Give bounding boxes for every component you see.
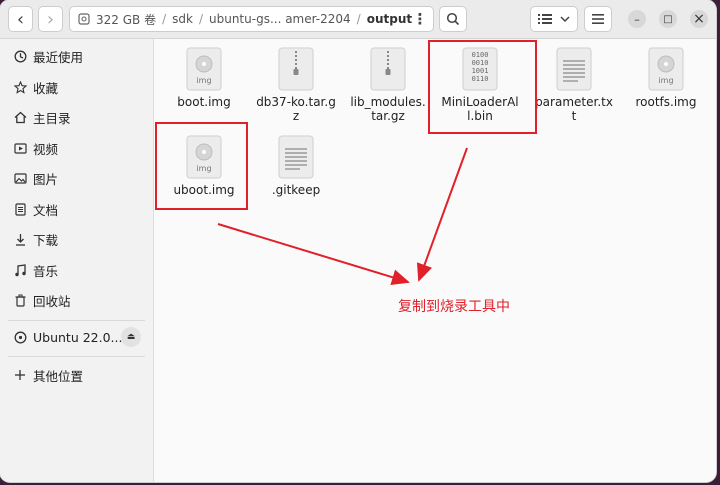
maximize-button[interactable]: □	[659, 10, 677, 28]
chevron-down-icon	[560, 15, 570, 22]
forward-button[interactable]: ›	[38, 6, 63, 32]
sidebar-item-videos[interactable]: 视频	[0, 135, 153, 161]
file-item[interactable]: img boot.img	[164, 47, 244, 109]
sidebar: 最近使用 收藏 主目录 视频 图片 文档 下载 音乐 回收站 Ubuntu 22…	[0, 39, 154, 482]
sidebar-item-other-locations[interactable]: 其他位置	[0, 362, 153, 388]
path-menu-button[interactable]: ⋮	[406, 6, 434, 32]
hamburger-icon	[592, 14, 604, 24]
file-name: db37-ko.tar.gz	[256, 95, 336, 123]
video-icon	[13, 142, 27, 155]
download-icon	[13, 233, 27, 246]
sidebar-item-label: 收藏	[33, 80, 59, 96]
close-icon: ×	[693, 11, 705, 27]
trash-icon	[13, 294, 27, 307]
file-manager-window: ‹ › 322 GB 卷 / sdk / ubuntu-gs... amer-2…	[0, 0, 716, 482]
file-name: .gitkeep	[271, 183, 321, 197]
breadcrumb-ubuntu[interactable]: ubuntu-gs... amer-2204	[203, 12, 357, 26]
chevron-right-icon: ›	[46, 8, 55, 30]
search-button[interactable]	[439, 6, 467, 32]
archive-icon	[278, 47, 314, 91]
sidebar-item-downloads[interactable]: 下载	[0, 226, 153, 252]
sidebar-item-documents[interactable]: 文档	[0, 196, 153, 222]
music-icon	[13, 263, 27, 277]
list-view-icon	[538, 14, 552, 24]
star-icon	[13, 80, 27, 94]
disk-image-icon: img	[186, 47, 222, 91]
sidebar-item-label: Ubuntu 22.0...	[33, 329, 123, 345]
img-tag-label: img	[196, 76, 212, 85]
sidebar-item-label: 主目录	[33, 110, 71, 126]
file-name: boot.img	[177, 95, 231, 109]
sidebar-item-recent[interactable]: 最近使用	[0, 43, 153, 69]
eject-button[interactable]: ⏏	[121, 327, 141, 347]
chevron-left-icon: ‹	[16, 8, 25, 30]
file-item[interactable]: .gitkeep	[256, 135, 336, 197]
annotation-text: 复制到烧录工具中	[398, 299, 510, 315]
sidebar-item-label: 图片	[33, 171, 59, 187]
eject-icon: ⏏	[126, 332, 136, 342]
search-icon	[446, 12, 460, 26]
sidebar-item-trash[interactable]: 回收站	[0, 287, 153, 313]
text-file-icon	[278, 135, 314, 179]
maximize-icon: □	[663, 13, 673, 25]
sidebar-item-label: 其他位置	[33, 368, 84, 384]
highlight-box-miniloader	[428, 40, 537, 134]
highlight-box-uboot	[155, 122, 248, 210]
header-bar: ‹ › 322 GB 卷 / sdk / ubuntu-gs... amer-2…	[0, 0, 716, 39]
minimize-icon: –	[634, 12, 640, 26]
path-bar: 322 GB 卷 / sdk / ubuntu-gs... amer-2204 …	[69, 6, 434, 32]
file-item[interactable]: db37-ko.tar.gz	[256, 47, 336, 123]
picture-icon	[13, 172, 27, 185]
archive-icon	[370, 47, 406, 91]
file-item[interactable]: lib_modules.tar.gz	[348, 47, 428, 123]
sidebar-item-label: 最近使用	[33, 49, 84, 65]
file-item[interactable]: img rootfs.img	[626, 47, 706, 109]
sidebar-item-home[interactable]: 主目录	[0, 104, 153, 130]
disk-image-icon: img	[648, 47, 684, 91]
disk-icon	[78, 13, 90, 25]
sidebar-item-label: 回收站	[33, 293, 71, 309]
breadcrumb-volume[interactable]: 322 GB 卷	[90, 11, 162, 28]
sidebar-item-label: 视频	[33, 141, 59, 157]
clock-icon	[13, 50, 27, 63]
file-name: lib_modules.tar.gz	[350, 95, 426, 123]
img-tag-label: img	[658, 76, 674, 85]
sidebar-item-label: 下载	[33, 232, 59, 248]
sidebar-item-starred[interactable]: 收藏	[0, 74, 153, 100]
sidebar-item-label: 文档	[33, 202, 59, 218]
document-icon	[13, 202, 27, 216]
minimize-button[interactable]: –	[628, 10, 646, 28]
back-button[interactable]: ‹	[8, 6, 33, 32]
view-options-button[interactable]	[530, 6, 578, 32]
home-icon	[13, 111, 27, 124]
main-menu-button[interactable]	[584, 6, 612, 32]
plus-icon	[13, 369, 27, 381]
sidebar-item-music[interactable]: 音乐	[0, 257, 153, 283]
sidebar-item-label: 音乐	[33, 263, 59, 279]
sidebar-item-pictures[interactable]: 图片	[0, 165, 153, 191]
file-name: rootfs.img	[635, 95, 697, 109]
vertical-dots-icon: ⋮	[412, 10, 428, 28]
sidebar-divider	[8, 356, 145, 357]
sidebar-divider	[8, 320, 145, 321]
file-item[interactable]: parameter.txt	[534, 47, 614, 123]
close-button[interactable]: ×	[690, 10, 708, 28]
breadcrumb-sdk[interactable]: sdk	[166, 12, 199, 26]
disk-icon	[13, 331, 27, 344]
file-name: parameter.txt	[535, 95, 613, 123]
text-file-icon	[556, 47, 592, 91]
